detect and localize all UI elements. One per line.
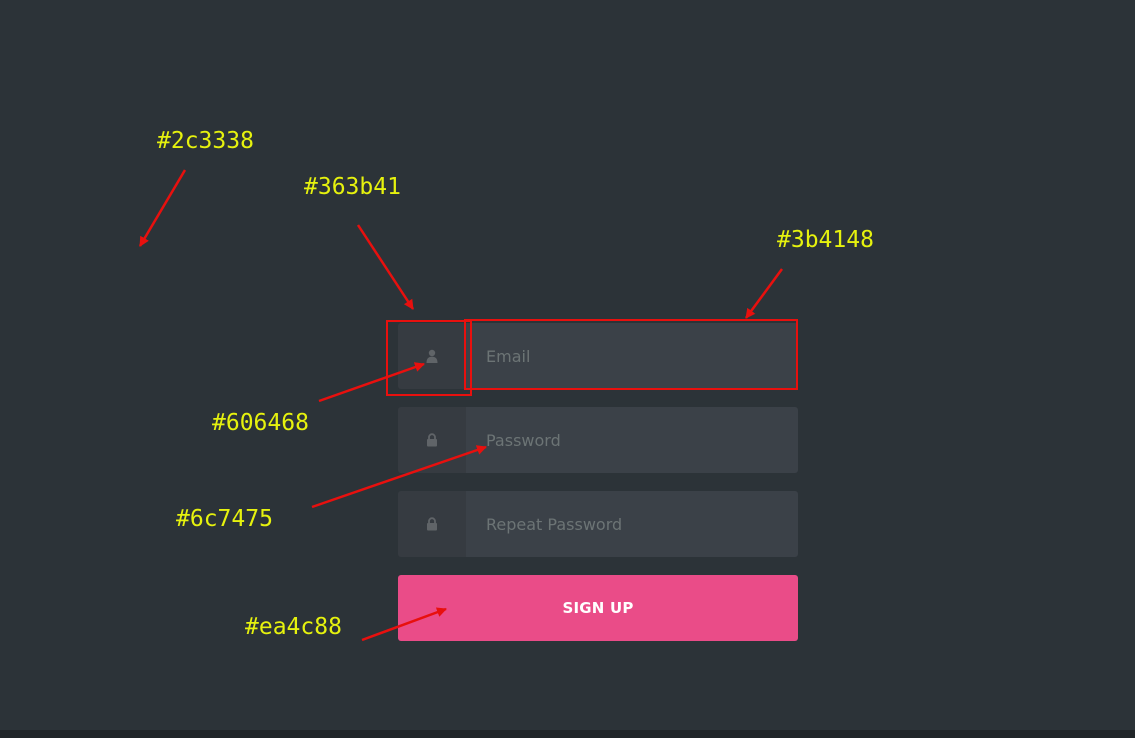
placeholder-color-label: #6c7475 (176, 506, 273, 532)
input-field-color-label: #3b4148 (777, 227, 874, 253)
icon-color-label: #606468 (212, 410, 309, 436)
icon-cell-color-label: #363b41 (304, 174, 401, 200)
arrow (361, 607, 447, 642)
arrow (744, 268, 784, 319)
annotation-arrows (138, 169, 784, 642)
arrow (356, 224, 415, 310)
arrow (138, 169, 187, 247)
arrow (318, 362, 425, 403)
background-color-label: #2c3338 (157, 128, 254, 154)
arrow (311, 445, 487, 509)
button-color-label: #ea4c88 (245, 614, 342, 640)
